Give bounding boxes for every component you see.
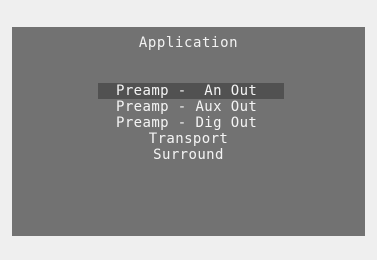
menu-title: Application [138,35,239,51]
application-menu: Preamp - An Out Preamp - Aux Out Preamp … [12,83,365,163]
menu-item-preamp-dig-out[interactable]: Preamp - Dig Out [12,115,365,131]
menu-item-preamp-an-out[interactable]: Preamp - An Out [98,83,284,99]
osd-menu-panel: Application Preamp - An Out Preamp - Aux… [12,27,365,236]
menu-item-preamp-aux-out[interactable]: Preamp - Aux Out [12,99,365,115]
menu-item-transport[interactable]: Transport [12,131,365,147]
menu-item-surround[interactable]: Surround [12,147,365,163]
